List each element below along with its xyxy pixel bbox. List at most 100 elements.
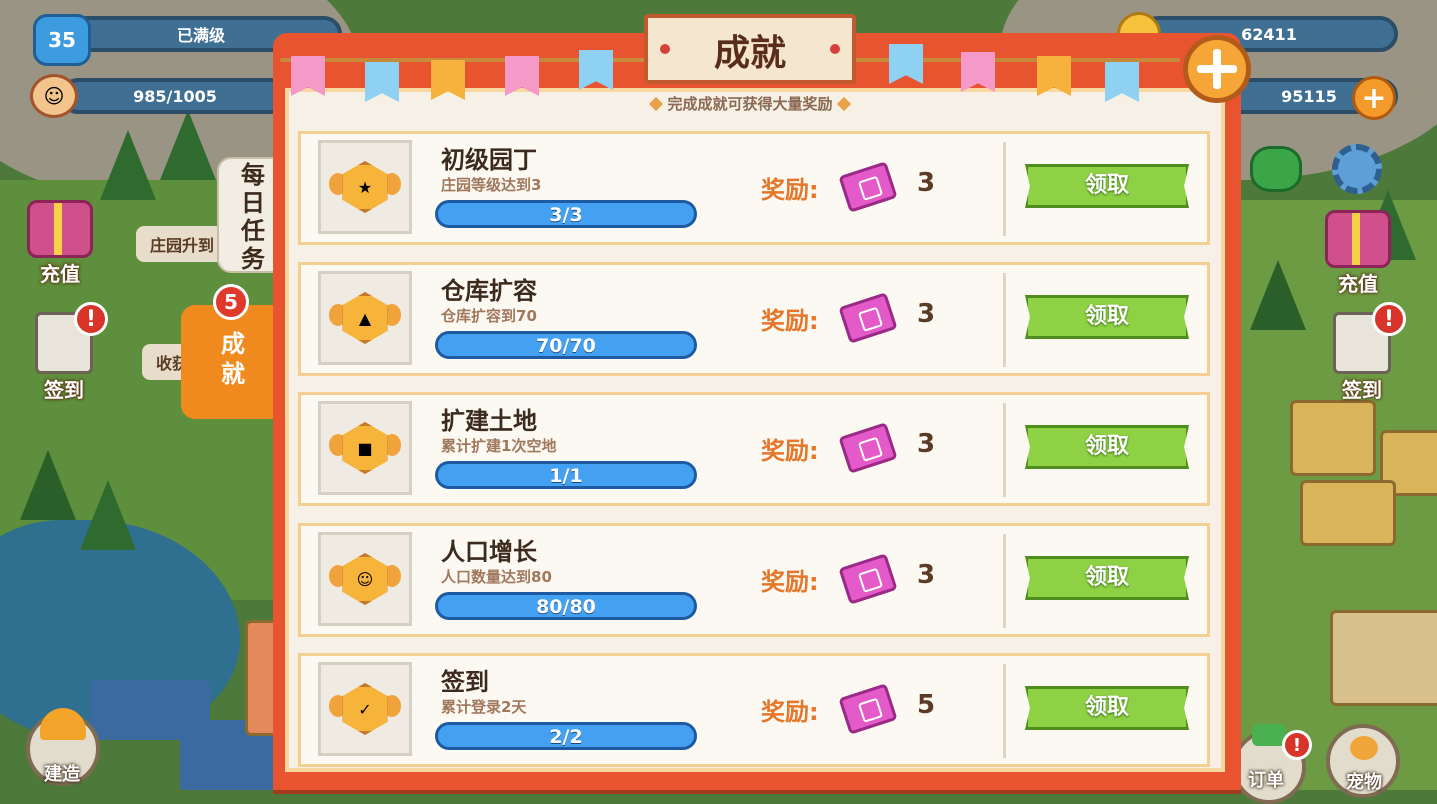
subtitle-text: 完成成就可获得大量奖励 (667, 95, 833, 113)
progress-bar: 80/80 (435, 592, 697, 620)
panel-subtitle: 完成成就可获得大量奖励 (580, 93, 920, 114)
order-alert: ! (1282, 730, 1312, 760)
alert-mark: ! (85, 306, 97, 332)
population-bar: 985/1005 (60, 78, 290, 114)
tab-daily-label: 每日任务 (241, 161, 265, 273)
progress-label: 70/70 (536, 335, 596, 357)
achievement-row: ★ 初级园丁 庄园等级达到3 3/3 奖励: 3 领取 (298, 131, 1210, 245)
flower-icon (830, 44, 840, 54)
flag-icon (1037, 56, 1071, 96)
tab-achievements[interactable]: 成就 (181, 305, 285, 419)
achievement-row: ■ 扩建土地 累计扩建1次空地 1/1 奖励: 3 领取 (298, 392, 1210, 506)
flag-icon (431, 60, 465, 100)
tab-achievement-label: 成就 (221, 330, 245, 388)
ticket-icon (838, 553, 898, 605)
claim-button[interactable]: 领取 (1025, 164, 1189, 208)
medal-frame: ☺ (318, 532, 412, 626)
achievement-row: ☺ 人口增长 人口数量达到80 80/80 奖励: 3 领取 (298, 523, 1210, 637)
reward-label: 奖励: (761, 568, 819, 596)
plus-icon: + (1361, 80, 1387, 116)
achievement-title: 人口增长 (441, 538, 537, 566)
paw-icon (1350, 736, 1378, 760)
checkin-clipboard-icon: ✓ (342, 683, 388, 735)
panel-title-plate: 成就 (644, 14, 856, 84)
claim-button[interactable]: 领取 (1025, 425, 1189, 469)
reward-label: 奖励: (761, 698, 819, 726)
settings-gear-icon[interactable] (1332, 144, 1382, 194)
achievement-row: ▲ 仓库扩容 仓库扩容到70 70/70 奖励: 3 领取 (298, 262, 1210, 376)
claim-button[interactable]: 领取 (1025, 295, 1189, 339)
achievement-desc: 人口数量达到80 (441, 568, 552, 586)
progress-bar: 2/2 (435, 722, 697, 750)
level-status: 已满级 (176, 26, 225, 45)
panel-footer (281, 772, 1229, 790)
reward-amount: 5 (917, 690, 936, 720)
ticket-icon (838, 292, 898, 344)
level-number: 35 (48, 28, 76, 52)
right-recharge-button[interactable]: 充值 (1318, 210, 1398, 297)
left-checkin-alert: ! (74, 302, 108, 336)
claim-button[interactable]: 领取 (1025, 686, 1189, 730)
reward-amount: 3 (917, 560, 936, 590)
achievement-desc: 累计登录2天 (441, 698, 527, 716)
achievement-desc: 仓库扩容到70 (441, 307, 537, 325)
achievement-desc: 累计扩建1次空地 (441, 437, 557, 455)
achievement-title: 仓库扩容 (441, 277, 537, 305)
achievement-desc: 庄园等级达到3 (441, 176, 542, 194)
add-gems-button[interactable]: + (1352, 76, 1396, 120)
diamond-ornament-icon (649, 96, 664, 112)
speech-bubble-upgrade: 庄园升到 (136, 226, 229, 262)
panel-title: 成就 (713, 32, 786, 74)
flag-icon (505, 56, 539, 96)
gift-icon (1325, 210, 1391, 268)
reward-label: 奖励: (761, 307, 819, 335)
left-checkin-label: 签到 (44, 378, 84, 402)
badge-number: 5 (224, 290, 238, 314)
row-divider (1003, 273, 1006, 367)
progress-label: 1/1 (549, 465, 583, 487)
achievement-title: 扩建土地 (441, 407, 537, 435)
reward-label: 奖励: (761, 176, 819, 204)
medal-frame: ✓ (318, 662, 412, 756)
pet-label: 宠物 (1346, 772, 1382, 793)
coin-value: 62411 (1241, 24, 1297, 44)
left-recharge-button[interactable]: 充值 (20, 200, 100, 287)
exp-star-icon: ★ (342, 161, 388, 213)
reward-amount: 3 (917, 168, 936, 198)
flag-icon (579, 50, 613, 90)
ticket-icon (838, 161, 898, 213)
clover-icon[interactable] (1250, 146, 1302, 192)
land-icon: ■ (342, 422, 388, 474)
progress-label: 3/3 (549, 204, 583, 226)
warehouse-icon: ▲ (342, 292, 388, 344)
alert-mark: ! (1292, 734, 1302, 756)
gem-value: 95115 (1281, 86, 1337, 106)
reward-amount: 3 (917, 299, 936, 329)
progress-bar: 3/3 (435, 200, 697, 228)
build-label: 建造 (44, 764, 80, 785)
diamond-ornament-icon (836, 96, 851, 112)
row-divider (1003, 664, 1006, 758)
population-icon: ☺ (30, 74, 78, 118)
right-checkin-alert: ! (1372, 302, 1406, 336)
gift-icon (27, 200, 93, 258)
flag-icon (1105, 62, 1139, 102)
row-divider (1003, 403, 1006, 497)
ticket-icon (838, 422, 898, 474)
right-recharge-label: 充值 (1338, 272, 1378, 296)
achievement-title: 初级园丁 (441, 146, 537, 174)
right-checkin-label: 签到 (1342, 378, 1382, 402)
left-recharge-label: 充值 (40, 262, 80, 286)
medal-frame: ▲ (318, 271, 412, 365)
row-divider (1003, 142, 1006, 236)
flag-icon (889, 44, 923, 84)
achievement-count-badge: 5 (213, 284, 249, 320)
speech-text: 庄园升到 (150, 236, 215, 255)
flag-icon (365, 62, 399, 102)
progress-bar: 1/1 (435, 461, 697, 489)
population-value: 985/1005 (133, 86, 217, 106)
achievement-row: ✓ 签到 累计登录2天 2/2 奖励: 5 领取 (298, 653, 1210, 767)
close-button[interactable] (1183, 35, 1251, 103)
claim-button[interactable]: 领取 (1025, 556, 1189, 600)
progress-label: 2/2 (549, 726, 583, 748)
